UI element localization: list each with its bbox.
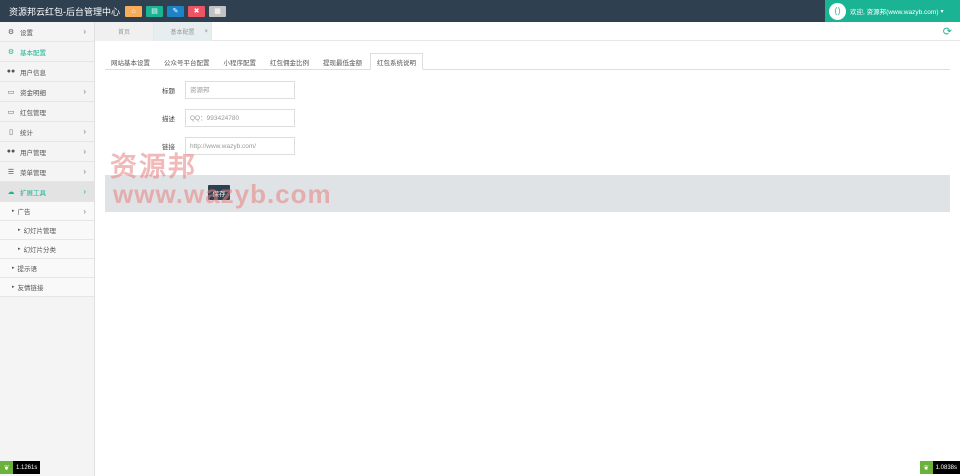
users-icon: ●● [6,148,16,155]
title-row: 标题 [95,81,295,99]
chevron-right-icon: › [83,187,86,196]
sidebar-subitem-links[interactable]: ▸ 友情链接 [0,278,94,297]
sidebar-item-label: 红包管理 [20,109,46,117]
quick-actions: ⌂ ▤ ✎ ✖ ▦ [125,5,226,17]
home-icon: ⌂ [131,7,136,15]
timing-value: 1.0838s [935,464,957,471]
sidebar-item-label: 统计 [20,129,33,137]
refresh-icon[interactable]: ⟳ [943,25,952,38]
list-button[interactable]: ▤ [146,5,163,17]
share-icon: ⟨⟩ [829,2,846,20]
sidebar-item-settings[interactable]: ⚙ 设置 › [0,22,94,42]
edit-icon: ✎ [172,7,179,15]
welcome-text: 欢迎, 资源邦(www.wazyb.com) [850,9,939,16]
sidebar-item-redpacket[interactable]: ▭ 红包管理 [0,102,94,122]
timing-badge-left: ❦ 1.1261s [0,461,41,474]
title-label: 标题 [162,88,175,95]
sidebar-item-menu-manage[interactable]: ☰ 菜单管理 › [0,162,94,182]
link-input[interactable] [185,137,295,155]
sidebar-item-label: 用户管理 [20,149,46,157]
chevron-right-icon: › [83,27,86,36]
caret-down-icon: ▾ [940,8,944,15]
sidebar-item-user-info[interactable]: ●● 用户信息 [0,62,94,82]
sidebar-item-extensions[interactable]: ☁ 扩展工具 › [0,182,94,202]
cloud-icon: ☁ [7,188,15,196]
user-menu[interactable]: ⟨⟩ 欢迎, 资源邦(www.wazyb.com) ▾ [825,0,960,22]
sidebar-subitem-label: 友情链接 [17,285,44,292]
sidebar-subitem-ads[interactable]: ▸ 广告 › [0,202,94,221]
tag-button[interactable]: ▦ [209,5,226,17]
tab-basic-config[interactable]: 基本配置 × [154,22,212,41]
sidebar-subitem-slide-manage[interactable]: ▸ 幻灯片管理 [0,221,94,240]
config-tabs: 网站基本设置 公众号平台配置 小程序配置 红包佣金比例 提现最低金额 红包系统说… [105,53,950,70]
subtab-official-account[interactable]: 公众号平台配置 [158,53,216,70]
timing-value: 1.1261s [16,464,38,471]
list-icon: ▤ [151,7,158,15]
top-header: 资源邦云红包-后台管理中心 ⌂ ▤ ✎ ✖ ▦ ⟨⟩ 欢迎, 资源邦(www.w… [0,0,960,22]
tab-home[interactable]: 首页 [95,22,154,41]
list-icon: ☰ [7,168,15,176]
sidebar-item-basic-config[interactable]: ⚙ 基本配置 [0,42,94,62]
sidebar-subitem-label: 广告 [17,209,31,216]
home-button[interactable]: ⌂ [125,5,142,17]
gears-icon: ⚙ [7,48,15,56]
close-icon[interactable]: × [204,29,208,35]
subtab-mini-program[interactable]: 小程序配置 [218,53,263,70]
save-button[interactable]: 保存 [208,185,230,200]
timing-badge-right: ❦ 1.0838s [919,461,960,474]
sidebar-subitem-slide-category[interactable]: ▸ 幻灯片分类 [0,240,94,259]
sidebar-item-label: 用户信息 [20,69,46,77]
subtab-min-withdraw[interactable]: 提现最低金额 [317,53,368,70]
link-label: 链接 [162,144,175,151]
delete-icon: ✖ [193,7,200,15]
sidebar-subitem-label: 幻灯片分类 [23,247,57,254]
users-icon: ●● [6,68,16,75]
edit-button[interactable]: ✎ [167,5,184,17]
tag-icon: ▦ [214,7,221,15]
subtab-commission-rate[interactable]: 红包佣金比例 [264,53,315,70]
file-icon: ▯ [9,128,13,136]
sidebar-subitem-tips[interactable]: ▸ 提示语 [0,259,94,278]
main-content: 网站基本设置 公众号平台配置 小程序配置 红包佣金比例 提现最低金额 红包系统说… [95,41,960,476]
chevron-right-icon: › [83,147,86,156]
caret-right-icon: ▸ [18,227,21,233]
chevron-right-icon: › [83,206,86,216]
sidebar-item-label: 菜单管理 [20,169,46,177]
caret-right-icon: ▸ [18,246,21,252]
gears-icon: ⚙ [7,28,15,36]
caret-right-icon: ▸ [12,284,15,290]
app-title: 资源邦云红包-后台管理中心 [9,6,120,17]
link-row: 链接 [95,137,295,155]
chevron-right-icon: › [83,87,86,96]
form-actions: 保存 [105,175,950,212]
sidebar: ⚙ 设置 › ⚙ 基本配置 ●● 用户信息 ▭ 资金明细 › ▭ 红包管理 ▯ … [0,22,95,476]
sidebar-subitem-label: 幻灯片管理 [23,228,57,235]
caret-right-icon: ▸ [12,265,15,271]
tab-label: 首页 [117,30,130,36]
description-row: 描述 [95,109,295,127]
sidebar-item-user-manage[interactable]: ●● 用户管理 › [0,142,94,162]
leaf-icon: ❦ [919,461,933,474]
description-label: 描述 [162,116,175,123]
chevron-right-icon: › [83,167,86,176]
leaf-icon: ❦ [0,461,13,474]
caret-right-icon: ▸ [12,208,15,214]
description-input[interactable] [185,109,295,127]
monitor-icon: ▭ [7,88,15,96]
chevron-right-icon: › [83,127,86,136]
sidebar-item-stats[interactable]: ▯ 统计 › [0,122,94,142]
monitor-icon: ▭ [7,108,15,116]
sidebar-item-funds[interactable]: ▭ 资金明细 › [0,82,94,102]
sidebar-item-label: 资金明细 [20,89,46,97]
sidebar-subitem-label: 提示语 [17,266,38,273]
sidebar-item-label: 扩展工具 [20,189,46,197]
sidebar-item-label: 基本配置 [20,49,46,57]
page-tab-bar: 首页 基本配置 × ⟳ [95,22,960,41]
tab-label: 基本配置 [170,30,195,36]
subtab-system-description[interactable]: 红包系统说明 [370,53,423,70]
sidebar-item-label: 设置 [20,29,33,37]
title-input[interactable] [185,81,295,99]
delete-button[interactable]: ✖ [188,5,205,17]
subtab-site-settings[interactable]: 网站基本设置 [105,53,156,70]
